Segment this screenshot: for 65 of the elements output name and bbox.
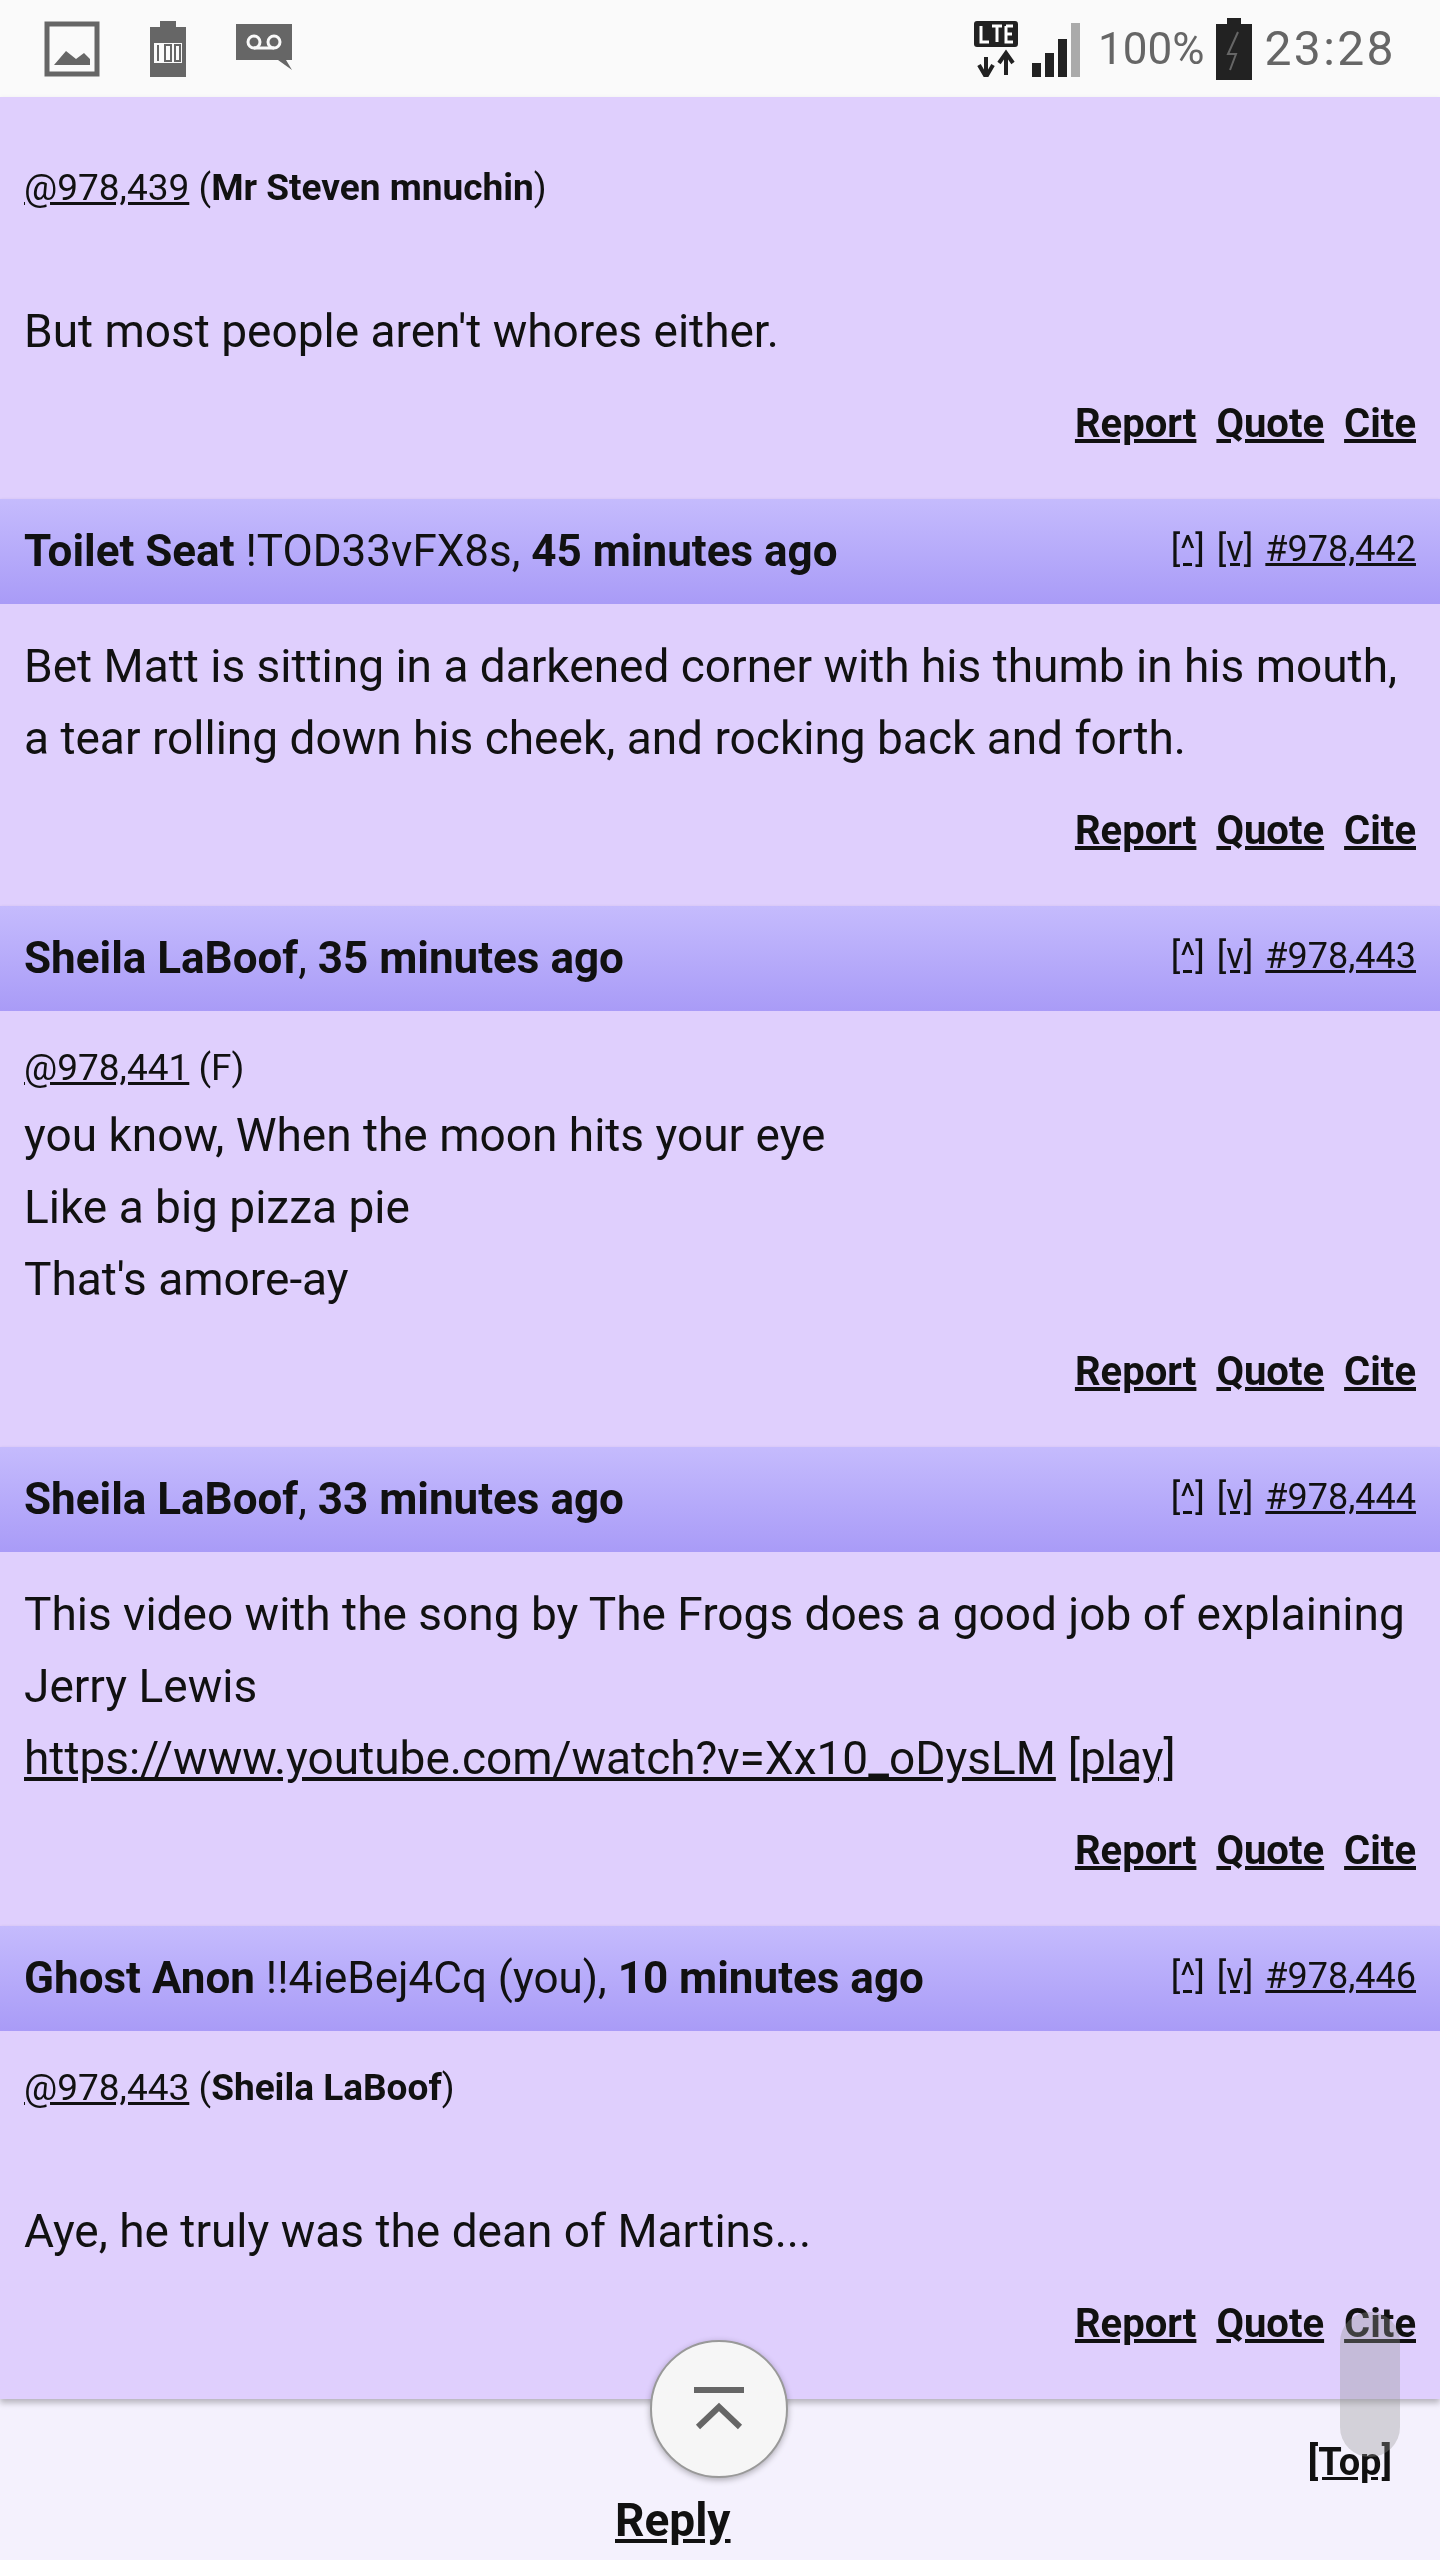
post-text: Bet Matt is sitting in a darkened corner with his thumb in his mouth, a tear rolling down his cheek, and rocking back and forth. <box>24 639 1399 765</box>
post-text: ( <box>197 2066 212 2109</box>
battery-charging-icon <box>1216 17 1253 80</box>
clock: 23:28 <box>1264 18 1396 79</box>
post-action-link[interactable]: Cite <box>1344 2297 1416 2351</box>
post-action-link[interactable]: Report <box>1074 804 1197 858</box>
lte-data-icon <box>974 20 1019 77</box>
post-link[interactable]: @978,441 <box>24 1046 190 1089</box>
poster-name: 35 minutes ago <box>317 932 624 984</box>
post-text: you know, When the moon hits your eye <box>24 1108 826 1162</box>
battery-percentage: 100% <box>1098 21 1205 77</box>
post-text: !!4ieBej4Cq (you), <box>264 1952 608 2004</box>
poster-name: Sheila LaBoof <box>24 932 299 984</box>
post-number-link[interactable]: [v] <box>1216 1954 1254 1998</box>
post-number-link[interactable]: [^] <box>1170 527 1205 571</box>
poster-name: 33 minutes ago <box>317 1473 624 1525</box>
poster-name: Mr Steven mnuchin <box>211 166 534 209</box>
post-action-link[interactable]: Cite <box>1344 1345 1416 1399</box>
post-action-link[interactable]: Cite <box>1344 1824 1416 1878</box>
post-link[interactable]: https://www.youtube.com/watch?v=Xx10_oDysLM <box>24 1731 1056 1785</box>
post-text: !TOD33vFX8s, <box>244 525 522 577</box>
post-number-link[interactable]: #978,446 <box>1265 1954 1416 1998</box>
post-text: ) <box>533 166 547 209</box>
top-link[interactable]: [Top] <box>1307 2434 1392 2491</box>
post-number-link[interactable]: [v] <box>1216 527 1254 571</box>
post-action-link[interactable]: Quote <box>1216 804 1325 858</box>
post-action-link[interactable]: Report <box>1074 2297 1197 2351</box>
poster-name: Sheila LaBoof <box>24 1473 299 1525</box>
post-action-link[interactable]: Quote <box>1216 1345 1325 1399</box>
post-link[interactable]: @978,443 <box>24 2066 190 2109</box>
post-action-link[interactable]: Report <box>1074 1824 1197 1878</box>
post-number-link[interactable]: [v] <box>1216 1475 1254 1519</box>
poster-name: Ghost Anon <box>24 1952 255 2004</box>
post-action-link[interactable]: Quote <box>1216 2297 1325 2351</box>
post-text: That's amore-ay <box>24 1252 349 1306</box>
post-number-link[interactable]: [^] <box>1170 1954 1205 1998</box>
post-number-link[interactable]: #978,443 <box>1265 934 1416 978</box>
scroll-top-icon <box>694 2387 744 2431</box>
reply-link[interactable]: Reply <box>615 2493 731 2547</box>
post-action-link[interactable]: Cite <box>1344 804 1416 858</box>
poster-name: 10 minutes ago <box>617 1952 924 2004</box>
post-text: , <box>298 1473 308 1525</box>
post-action-link[interactable]: Report <box>1074 1345 1197 1399</box>
post-text: , <box>298 932 308 984</box>
post-link[interactable]: @978,439 <box>24 166 190 209</box>
post-text: Like a big pizza pie <box>24 1180 410 1234</box>
post-text: But most people aren't whores either. <box>24 304 779 358</box>
post-action-link[interactable]: Report <box>1074 397 1197 451</box>
post-action-link[interactable]: Quote <box>1216 397 1325 451</box>
post-number-link[interactable]: #978,442 <box>1265 527 1416 571</box>
image-icon <box>44 20 100 77</box>
poster-name: Toilet Seat <box>24 525 235 577</box>
post-text: ( <box>197 166 212 209</box>
post-number-link[interactable]: [v] <box>1216 934 1254 978</box>
post-action-link[interactable]: Cite <box>1344 397 1416 451</box>
post-number-link[interactable]: [^] <box>1170 1475 1205 1519</box>
post-text: ) <box>441 2066 455 2109</box>
post-link[interactable]: [play] <box>1067 1731 1176 1785</box>
post-text: Aye, he truly was the dean of Martins... <box>24 2204 812 2258</box>
post-action-link[interactable]: Quote <box>1216 1824 1325 1878</box>
poster-name: 45 minutes ago <box>531 525 838 577</box>
post-number-link[interactable]: [^] <box>1170 934 1205 978</box>
post-number-link[interactable]: #978,444 <box>1265 1475 1416 1519</box>
post-text: (F) <box>197 1046 245 1089</box>
poster-name: Sheila LaBoof <box>211 2066 442 2109</box>
